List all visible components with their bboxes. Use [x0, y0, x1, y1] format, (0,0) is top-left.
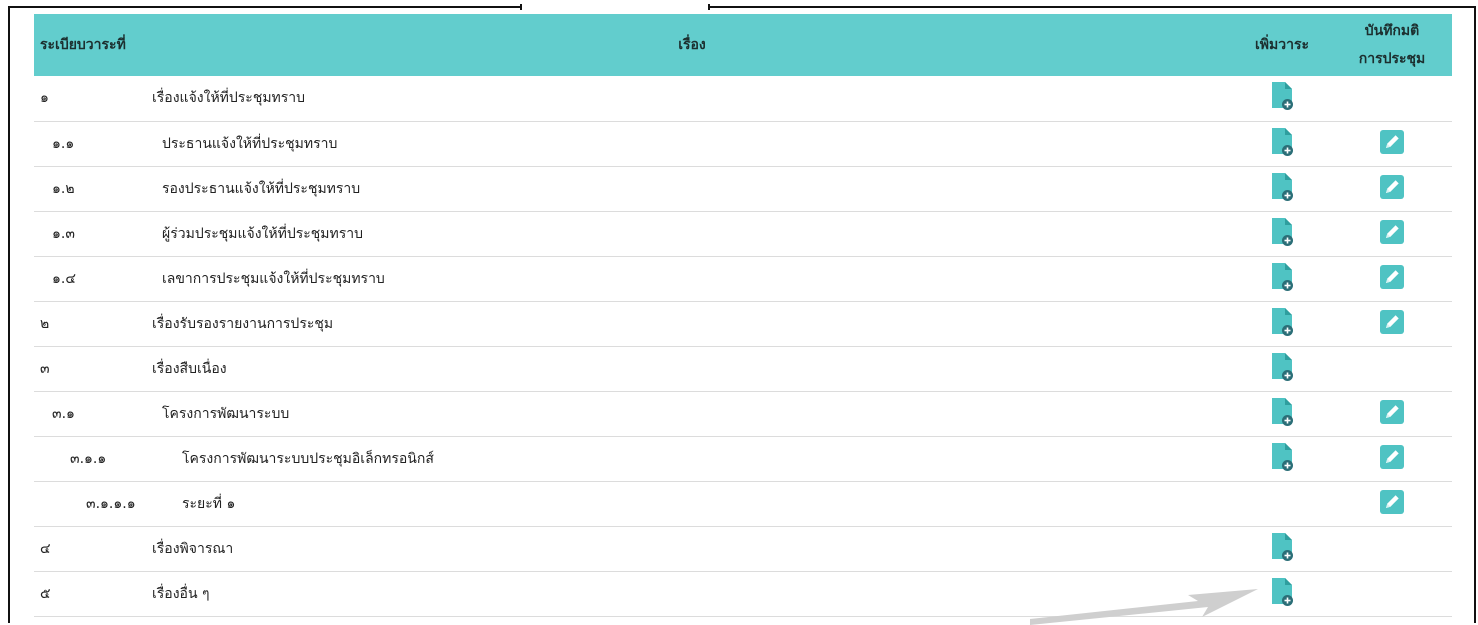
agenda-number: ๓.๑ — [52, 405, 75, 422]
agenda-title: ระยะที่ ๑ — [182, 495, 236, 512]
add-agenda-cell — [1232, 436, 1332, 481]
record-resolution-cell — [1332, 436, 1452, 481]
edit-icon[interactable] — [1379, 264, 1405, 294]
record-resolution-cell — [1332, 211, 1452, 256]
header-agenda-number: ระเบียบวาระที่ — [40, 37, 126, 53]
edit-icon[interactable] — [1379, 444, 1405, 474]
add-document-icon[interactable] — [1269, 307, 1295, 341]
add-document-icon[interactable] — [1269, 81, 1295, 115]
agenda-row: ๓.๑ โครงการพัฒนาระบบ — [34, 391, 1452, 436]
agenda-number: ๑.๔ — [52, 270, 76, 287]
add-document-icon[interactable] — [1269, 127, 1295, 161]
add-agenda-cell — [1232, 76, 1332, 121]
add-document-icon[interactable] — [1269, 352, 1295, 386]
agenda-number: ๑.๓ — [52, 225, 75, 242]
agenda-row: ๒ เรื่องรับรองรายงานการประชุม — [34, 301, 1452, 346]
agenda-table-header: ระเบียบวาระที่ เรื่อง เพิ่มวาระ บันทึกมต… — [34, 14, 1452, 76]
header-topic: เรื่อง — [678, 37, 706, 53]
agenda-title: โครงการพัฒนาระบบประชุมอิเล็กทรอนิกส์ — [182, 450, 434, 467]
agenda-title: ผู้ร่วมประชุมแจ้งให้ที่ประชุมทราบ — [162, 225, 363, 242]
agenda-title: เรื่องสืบเนื่อง — [152, 360, 227, 377]
agenda-row: ๓ เรื่องสืบเนื่อง — [34, 346, 1452, 391]
record-resolution-cell — [1332, 166, 1452, 211]
frame-tick-left — [520, 4, 522, 10]
agenda-number: ๑ — [40, 90, 49, 107]
add-document-icon[interactable] — [1269, 397, 1295, 431]
edit-icon[interactable] — [1379, 219, 1405, 249]
agenda-title: ประธานแจ้งให้ที่ประชุมทราบ — [162, 135, 338, 152]
agenda-title: เรื่องพิจารณา — [152, 540, 234, 557]
agenda-row: ๓.๑.๑.๑ ระยะที่ ๑ — [34, 481, 1452, 526]
add-agenda-cell — [1232, 526, 1332, 571]
record-resolution-cell — [1332, 571, 1452, 616]
frame-gap — [520, 4, 710, 10]
agenda-number: ๓ — [40, 360, 50, 377]
record-resolution-cell — [1332, 121, 1452, 166]
add-document-icon[interactable] — [1269, 262, 1295, 296]
record-resolution-cell — [1332, 481, 1452, 526]
agenda-title: เรื่องแจ้งให้ที่ประชุมทราบ — [152, 90, 306, 107]
edit-icon[interactable] — [1379, 174, 1405, 204]
agenda-number: ๑.๒ — [52, 180, 75, 197]
add-agenda-cell — [1232, 346, 1332, 391]
agenda-row: ๔ เรื่องพิจารณา — [34, 526, 1452, 571]
agenda-row: ๓.๑.๑ โครงการพัฒนาระบบประชุมอิเล็กทรอนิกส… — [34, 436, 1452, 481]
add-document-icon[interactable] — [1269, 442, 1295, 476]
agenda-table-body: ๑ เรื่องแจ้งให้ที่ประชุมทราบ๑.๑ ประธานแจ้ง… — [34, 76, 1452, 616]
agenda-number: ๒ — [40, 315, 50, 332]
agenda-title: โครงการพัฒนาระบบ — [162, 405, 290, 422]
header-add-agenda: เพิ่มวาระ — [1254, 37, 1309, 53]
edit-icon[interactable] — [1379, 129, 1405, 159]
record-resolution-cell — [1332, 526, 1452, 571]
agenda-table: ระเบียบวาระที่ เรื่อง เพิ่มวาระ บันทึกมต… — [34, 14, 1452, 617]
record-resolution-cell — [1332, 301, 1452, 346]
agenda-title: รองประธานแจ้งให้ที่ประชุมทราบ — [162, 180, 361, 197]
add-agenda-cell — [1232, 571, 1332, 616]
agenda-row: ๑.๔ เลขาการประชุมแจ้งให้ที่ประชุมทราบ — [34, 256, 1452, 301]
agenda-title: เลขาการประชุมแจ้งให้ที่ประชุมทราบ — [162, 270, 385, 287]
record-resolution-cell — [1332, 76, 1452, 121]
record-resolution-cell — [1332, 391, 1452, 436]
agenda-number: ๕ — [40, 585, 51, 602]
add-agenda-cell — [1232, 211, 1332, 256]
agenda-row: ๑.๑ ประธานแจ้งให้ที่ประชุมทราบ — [34, 121, 1452, 166]
header-record-resolution-line1: บันทึกมติ — [1364, 23, 1420, 39]
add-agenda-cell — [1232, 391, 1332, 436]
record-resolution-cell — [1332, 256, 1452, 301]
edit-icon[interactable] — [1379, 309, 1405, 339]
agenda-row: ๕ เรื่องอื่น ๆ — [34, 571, 1452, 616]
add-agenda-cell — [1232, 481, 1332, 526]
add-agenda-cell — [1232, 301, 1332, 346]
agenda-row: ๑.๒ รองประธานแจ้งให้ที่ประชุมทราบ — [34, 166, 1452, 211]
add-document-icon[interactable] — [1269, 172, 1295, 206]
agenda-title: เรื่องอื่น ๆ — [152, 585, 210, 602]
edit-icon[interactable] — [1379, 399, 1405, 429]
header-record-resolution: บันทึกมติ การประชุม — [1332, 14, 1452, 76]
agenda-number: ๓.๑.๑ — [70, 450, 107, 467]
agenda-title: เรื่องรับรองรายงานการประชุม — [152, 315, 334, 332]
add-document-icon[interactable] — [1269, 217, 1295, 251]
add-document-icon[interactable] — [1269, 577, 1295, 611]
agenda-row: ๑.๓ ผู้ร่วมประชุมแจ้งให้ที่ประชุมทราบ — [34, 211, 1452, 256]
header-record-resolution-line2: การประชุม — [1358, 51, 1426, 67]
add-document-icon[interactable] — [1269, 532, 1295, 566]
agenda-row: ๑ เรื่องแจ้งให้ที่ประชุมทราบ — [34, 76, 1452, 121]
record-resolution-cell — [1332, 346, 1452, 391]
edit-icon[interactable] — [1379, 489, 1405, 519]
add-agenda-cell — [1232, 256, 1332, 301]
agenda-number: ๔ — [40, 540, 51, 557]
add-agenda-cell — [1232, 166, 1332, 211]
agenda-number: ๓.๑.๑.๑ — [86, 495, 136, 512]
add-agenda-cell — [1232, 121, 1332, 166]
agenda-number: ๑.๑ — [52, 135, 75, 152]
frame-tick-right — [708, 4, 710, 10]
